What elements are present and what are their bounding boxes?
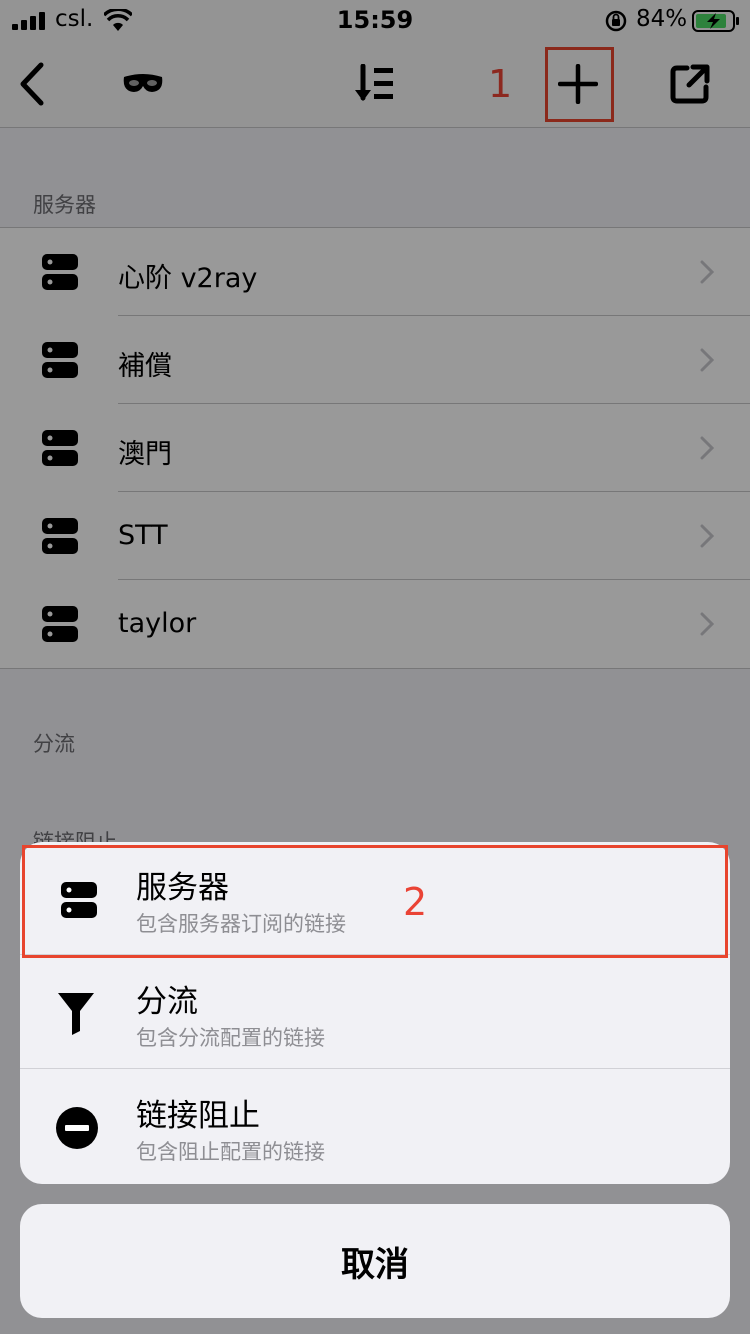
- action-title: 分流: [136, 984, 198, 1020]
- cancel-button[interactable]: 取消: [20, 1204, 730, 1318]
- server-action-highlight: [22, 845, 728, 958]
- action-title: 链接阻止: [136, 1098, 260, 1134]
- action-subtitle: 包含阻止配置的链接: [136, 1140, 325, 1164]
- action-add-block[interactable]: 链接阻止 包含阻止配置的链接: [20, 1070, 730, 1183]
- action-subtitle: 包含分流配置的链接: [136, 1026, 325, 1050]
- action-add-routing[interactable]: 分流 包含分流配置的链接: [20, 956, 730, 1069]
- action-separator: [20, 1068, 730, 1069]
- annotation-step-2: 2: [403, 880, 428, 924]
- filter-icon: [58, 993, 94, 1035]
- block-icon: [56, 1107, 98, 1149]
